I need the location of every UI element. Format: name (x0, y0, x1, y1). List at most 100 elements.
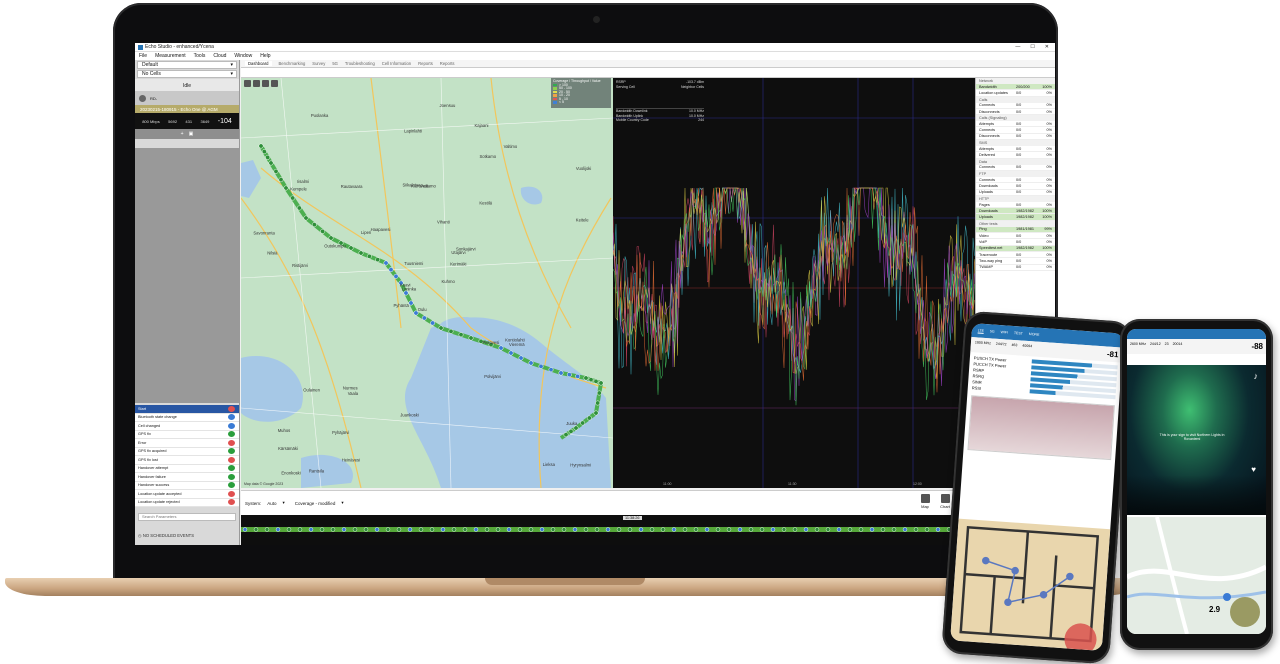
map-button[interactable]: Map (917, 494, 933, 509)
route-marker[interactable] (261, 149, 267, 155)
route-marker[interactable] (296, 205, 302, 211)
add-icon[interactable]: + (181, 131, 184, 137)
route-marker[interactable] (348, 245, 354, 251)
timeline-event[interactable] (352, 527, 358, 532)
timeline-event[interactable] (638, 527, 644, 532)
folder-icon[interactable]: ▣ (189, 131, 194, 137)
signal-chart[interactable]: RSRP -103.7 dBm Serving Cell Neighbor Cells… (613, 78, 975, 488)
route-marker[interactable] (430, 320, 436, 326)
timeline-event[interactable] (407, 527, 413, 532)
route-marker[interactable] (268, 160, 274, 166)
timeline-event[interactable] (264, 527, 270, 532)
event-item[interactable]: Handover attempt (135, 465, 239, 473)
route-marker[interactable] (408, 300, 414, 306)
route-marker[interactable] (563, 432, 569, 438)
timeline-event[interactable] (726, 527, 732, 532)
stats-row[interactable]: Disconnects 0/0 0% (976, 134, 1055, 141)
route-marker[interactable] (575, 373, 581, 379)
route-marker[interactable] (375, 257, 381, 263)
route-marker[interactable] (448, 328, 454, 334)
timeline-event[interactable] (418, 527, 424, 532)
timeline-event[interactable] (825, 527, 831, 532)
stats-row[interactable]: Delivered 0/0 0% (976, 152, 1055, 159)
route-marker[interactable] (588, 377, 594, 383)
route-marker[interactable] (573, 425, 579, 431)
timeline-event[interactable] (803, 527, 809, 532)
route-marker[interactable] (393, 273, 399, 279)
map-view[interactable]: Oulu Kempele Liminka Muhos Utajärvi Vaala Kaja… (241, 78, 613, 488)
timeline-event[interactable] (693, 527, 699, 532)
timeline-event[interactable] (704, 527, 710, 532)
event-item[interactable]: Start (135, 405, 239, 414)
timeline-event[interactable] (770, 527, 776, 532)
route-marker[interactable] (508, 350, 514, 356)
timeline-event[interactable] (517, 527, 523, 532)
timeline-event[interactable] (308, 527, 314, 532)
timeline-event[interactable] (814, 527, 820, 532)
phone1-tab[interactable]: 5G (990, 329, 995, 333)
timeline-event[interactable] (572, 527, 578, 532)
phone1-tab[interactable]: TEST (1014, 331, 1023, 336)
route-marker[interactable] (566, 372, 572, 378)
event-item[interactable]: Location update accepted (135, 490, 239, 499)
stats-row[interactable]: Uploads 1982/1982 100% (976, 214, 1055, 221)
tab-reports[interactable]: Reports (440, 61, 455, 66)
timeline-event[interactable] (594, 527, 600, 532)
system-select[interactable]: Auto (267, 501, 276, 506)
phone1-tab[interactable]: MORE (1029, 332, 1040, 337)
timeline-event[interactable] (847, 527, 853, 532)
timeline-event[interactable] (792, 527, 798, 532)
route-marker[interactable] (311, 222, 317, 228)
route-marker[interactable] (528, 360, 534, 366)
event-item[interactable]: GPS fix acquired (135, 448, 239, 456)
route-marker[interactable] (595, 400, 601, 406)
event-item[interactable]: GPS fix (135, 431, 239, 439)
phone1-floorplan[interactable] (950, 518, 1111, 651)
minimize-icon[interactable]: — (1015, 44, 1020, 50)
timeline-event[interactable] (528, 527, 534, 532)
menu-help[interactable]: Help (260, 53, 270, 59)
menu-window[interactable]: Window (234, 53, 252, 59)
phone1-tab[interactable]: WIFI (1000, 330, 1008, 335)
preset-select[interactable]: Default ▾ (137, 61, 237, 69)
timeline-event[interactable] (913, 527, 919, 532)
timeline-event[interactable] (286, 527, 292, 532)
coverage-select[interactable]: Coverage - modified (295, 501, 336, 506)
event-item[interactable]: Bluetooth state change (135, 414, 239, 422)
timeline-event[interactable] (616, 527, 622, 532)
route-marker[interactable] (498, 345, 504, 351)
search-parameters-input[interactable]: Search Parameters (138, 513, 236, 521)
route-marker[interactable] (586, 415, 592, 421)
timeline-event[interactable] (605, 527, 611, 532)
timeline-event[interactable] (319, 527, 325, 532)
route-marker[interactable] (518, 355, 524, 361)
timeline-event[interactable] (748, 527, 754, 532)
timeline-event[interactable] (484, 527, 490, 532)
menu-cloud[interactable]: Cloud (213, 53, 226, 59)
route-marker[interactable] (593, 410, 599, 416)
tab-reports[interactable]: Reports (418, 61, 433, 66)
timeline-event[interactable] (396, 527, 402, 532)
stats-row[interactable]: Uploads 0/0 0% (976, 190, 1055, 196)
timeline-event[interactable] (891, 527, 897, 532)
timeline-event[interactable] (781, 527, 787, 532)
route-marker[interactable] (558, 370, 564, 376)
zoom-out-icon[interactable] (262, 80, 269, 87)
timeline-event[interactable] (627, 527, 633, 532)
tab-dashboard[interactable]: Dashboard (245, 61, 272, 66)
time-marker[interactable]: 11:38:26 (623, 516, 642, 520)
route-marker[interactable] (421, 315, 427, 321)
route-marker[interactable] (548, 367, 554, 373)
menu-measurement[interactable]: Measurement (155, 53, 186, 59)
route-marker[interactable] (580, 420, 586, 426)
route-marker[interactable] (568, 428, 574, 434)
stats-row[interactable]: Connects 0/0 0% (976, 165, 1055, 171)
event-item[interactable]: Cell changed (135, 422, 239, 431)
timeline-event[interactable] (363, 527, 369, 532)
timeline-event[interactable] (341, 527, 347, 532)
stats-row[interactable]: Disconnects 0/0 0% (976, 109, 1055, 116)
timeline-event[interactable] (649, 527, 655, 532)
event-item[interactable]: Error (135, 439, 239, 448)
route-marker[interactable] (538, 363, 544, 369)
timeline-event[interactable] (715, 527, 721, 532)
